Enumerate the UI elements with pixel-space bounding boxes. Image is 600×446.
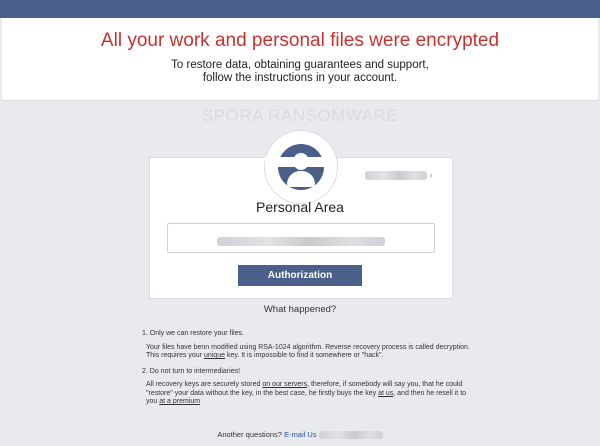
what-happened-link[interactable]: What happened?: [0, 304, 600, 315]
redacted-email: [318, 431, 383, 440]
authorization-button[interactable]: Authorization: [238, 265, 362, 286]
unique-key-link[interactable]: unique: [204, 352, 225, 359]
footer-question: Another questions?: [217, 430, 282, 439]
info-paragraph-2: All recovery keys are securely stored on…: [146, 381, 467, 405]
card-title: Personal Area: [256, 199, 344, 215]
redacted-language: [365, 171, 427, 181]
key-input[interactable]: [167, 223, 435, 253]
subtitle-line-2: follow the instructions in your account.: [202, 72, 398, 84]
user-icon: [278, 144, 324, 190]
language-selector[interactable]: ›: [365, 170, 433, 181]
page-title: All your work and personal files were en…: [100, 30, 500, 51]
avatar: [264, 130, 338, 204]
subtitle-line-1: To restore data, obtaining guarantees an…: [171, 59, 429, 71]
at-a-premium-link[interactable]: at a premium: [159, 398, 200, 405]
header-banner: All your work and personal files were en…: [2, 18, 598, 101]
info-heading-2: 2. Do not turn to intermediaries!: [142, 367, 241, 375]
chevron-right-icon: ›: [429, 170, 433, 180]
redacted-key-value: [217, 237, 385, 246]
at-us-link[interactable]: at us: [378, 390, 393, 397]
email-us-link[interactable]: E-mail Us: [284, 430, 317, 439]
info-section: 1. Only we can restore your files. Your …: [142, 330, 472, 414]
info-paragraph-1: Your files have benn modified using RSA-…: [146, 343, 470, 360]
header-subtitle: To restore data, obtaining guarantees an…: [2, 59, 598, 85]
top-bar: [0, 0, 600, 18]
brand-watermark: SPORA RANSOMWARE: [201, 106, 399, 125]
info-heading-1: 1. Only we can restore your files.: [142, 330, 244, 337]
footer: Another questions? E-mail Us: [0, 430, 600, 440]
on-our-servers-link[interactable]: on our servers: [262, 381, 307, 388]
